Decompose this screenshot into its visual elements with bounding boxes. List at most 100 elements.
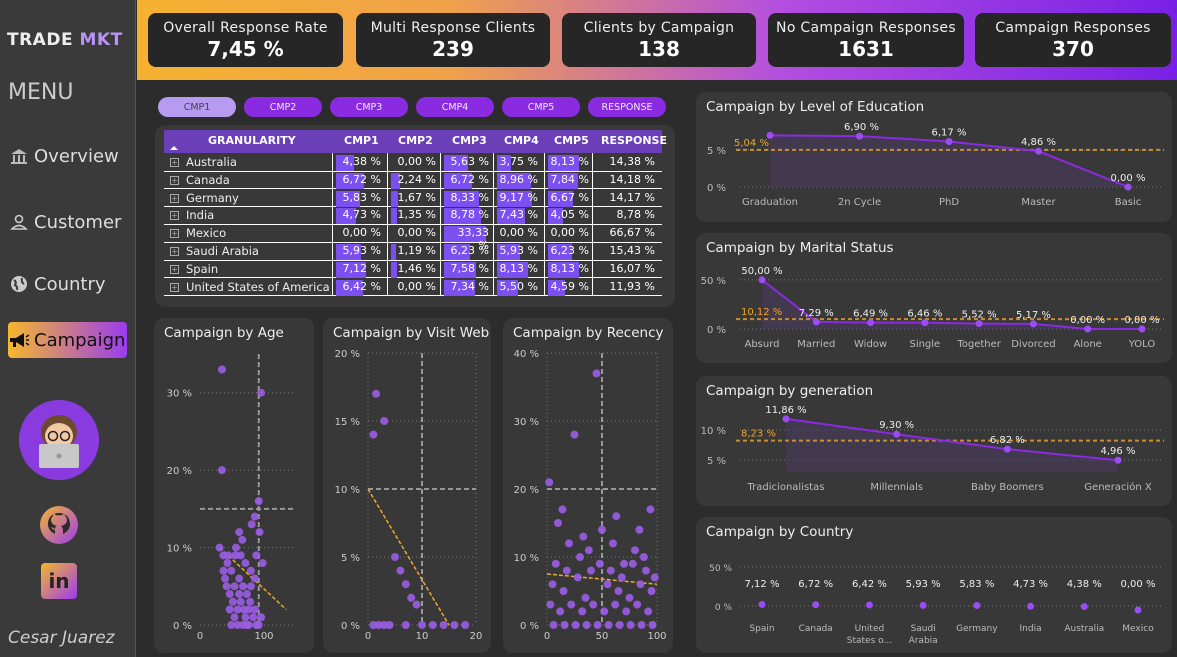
y-tick-label: 0 % [173, 621, 192, 632]
data-point [239, 605, 248, 614]
nav-item-campaign[interactable]: Campaign [8, 322, 127, 358]
data-point [1035, 147, 1042, 155]
filter-button-cmp2[interactable]: CMP2 [244, 97, 322, 117]
column-header[interactable]: RESPONSE [601, 134, 667, 147]
data-point [247, 520, 256, 529]
column-header[interactable]: CMP3 [452, 134, 487, 147]
expand-icon[interactable]: + [170, 282, 179, 292]
expand-icon[interactable]: + [170, 247, 179, 256]
expand-icon[interactable]: + [170, 264, 179, 274]
data-point [549, 621, 558, 629]
table-row[interactable]: + United States of America 6,42 % 0,00 % 7,3… [164, 279, 662, 297]
data-label: 0,00 % [1125, 315, 1160, 326]
cell-value: 0,00 % [397, 279, 436, 293]
data-point [587, 566, 595, 575]
data-point [617, 573, 626, 582]
table-row[interactable]: + Germany 5,83 % 1,67 % 8,33 % 9,17 % 6,67 % 14… [164, 190, 662, 208]
data-point [391, 553, 399, 561]
column-header[interactable]: CMP2 [398, 134, 433, 147]
cell-value: 7,34 % [450, 279, 489, 293]
area-fill [786, 418, 1118, 472]
cell-value: 3,75 % [499, 155, 538, 168]
country-cell: Spain [186, 261, 219, 276]
country-cell: Canada [186, 172, 230, 187]
data-point [642, 566, 650, 575]
value-cell: 2,24 % [391, 172, 439, 189]
table-row[interactable]: + India 4,73 % 1,35 % 8,78 % 7,43 % 4,05 % 8,78… [164, 207, 662, 226]
sort-icon[interactable] [170, 145, 178, 151]
expand-icon[interactable]: + [170, 193, 179, 203]
x-tick-label: 50 [596, 631, 609, 642]
cell-value: 8,78 % [450, 208, 489, 222]
bank-icon [8, 145, 30, 167]
country-cell: Saudi Arabia [186, 244, 259, 258]
x-tick-label: 0 [365, 631, 371, 642]
value-cell: 0,00 % [497, 226, 541, 241]
table-row[interactable]: + Australia 4,38 % 0,00 % 5,63 % 3,75 % 8,13 %… [164, 154, 662, 172]
y-tick-label: 20 % [335, 349, 360, 360]
filter-button-cmp3[interactable]: CMP3 [330, 97, 408, 117]
column-header[interactable]: CMP5 [554, 134, 589, 147]
data-point [975, 320, 983, 328]
nav-item-overview[interactable]: Overview [8, 138, 127, 174]
table-row[interactable]: + Saudi Arabia 5,93 % 1,19 % 6,23 % 5,93 % 6,2… [164, 243, 662, 261]
country-cell: Germany [186, 190, 239, 205]
filter-button-cmp4[interactable]: CMP4 [416, 97, 494, 117]
expand-icon[interactable]: + [170, 229, 179, 239]
recency-panel: Campaign by Recency 40 % 30 % 20 % 10 % 0 % 0… [503, 318, 673, 653]
value-cell: 66,67 % [596, 226, 658, 241]
linkedin-icon[interactable]: in [41, 563, 77, 599]
data-point [428, 621, 437, 629]
value-cell: 8,78 % [596, 208, 658, 223]
expand-icon[interactable]: + [170, 158, 179, 167]
visit-web-chart: 20 % 15 % 10 % 5 % 0 % 0 10 20 [335, 349, 483, 642]
data-point [600, 607, 609, 616]
value-cell: 1,67 % [391, 190, 439, 207]
data-point [560, 621, 569, 629]
data-label: 0,00 % [1070, 315, 1105, 326]
value-cell: 11,93 % [596, 280, 658, 295]
data-point [401, 621, 410, 629]
data-label: 4,38 % [1067, 579, 1102, 590]
value-cell: 15,43 % [596, 244, 658, 259]
data-point [439, 621, 448, 629]
data-point [230, 582, 239, 591]
cell-value: 4,73 % [342, 208, 381, 222]
value-cell: 8,96 % [497, 172, 541, 189]
cell-value: 8,78 % [616, 208, 655, 222]
column-header[interactable]: CMP4 [504, 134, 539, 147]
nav-item-country[interactable]: Country [8, 266, 127, 302]
cell-value: 4,05 % [550, 208, 589, 222]
data-point [625, 593, 634, 602]
x-tick-label: YOLO [1128, 339, 1156, 350]
data-point [257, 613, 266, 622]
nav-label: Customer [34, 211, 122, 233]
data-label: 5,83 % [959, 579, 994, 590]
data-point [236, 597, 245, 606]
table-row[interactable]: + Canada 6,72 % 2,24 % 6,72 % 8,96 % 7,84 % 14,… [164, 172, 662, 190]
filter-button-cmp1[interactable]: CMP1 [158, 97, 236, 117]
data-point [631, 546, 639, 555]
cell-value: 11,93 % [609, 279, 655, 293]
expand-icon[interactable]: + [170, 175, 179, 185]
country-cell: Mexico [186, 226, 227, 241]
value-cell: 5,93 % [336, 244, 384, 260]
expand-icon[interactable]: + [170, 211, 179, 221]
data-label: 6,90 % [844, 122, 879, 133]
data-point [973, 601, 981, 609]
nav-item-customer[interactable]: Customer [8, 204, 127, 240]
cell-value: 1,35 % [397, 208, 436, 222]
table-row[interactable]: + Spain 7,12 % 1,46 % 7,58 % 8,13 % 8,13 % 16,0… [164, 261, 662, 279]
filter-button-cmp5[interactable]: CMP5 [502, 97, 580, 117]
cell-value: 5,93 % [499, 244, 538, 257]
data-label: 5,52 % [962, 310, 997, 321]
filter-button-response[interactable]: RESPONSE [588, 97, 666, 117]
github-icon[interactable] [39, 505, 79, 545]
data-point [570, 430, 579, 439]
x-tick-label: PhD [939, 197, 959, 208]
table-row[interactable]: + Mexico 0,00 % 0,00 % 33,33 % 0,00 % 0,00 % 66… [164, 225, 662, 252]
column-header[interactable]: CMP1 [344, 134, 379, 147]
value-cell: 0,00 % [548, 226, 592, 241]
data-point [1124, 183, 1132, 191]
column-header[interactable]: GRANULARITY [208, 134, 296, 147]
